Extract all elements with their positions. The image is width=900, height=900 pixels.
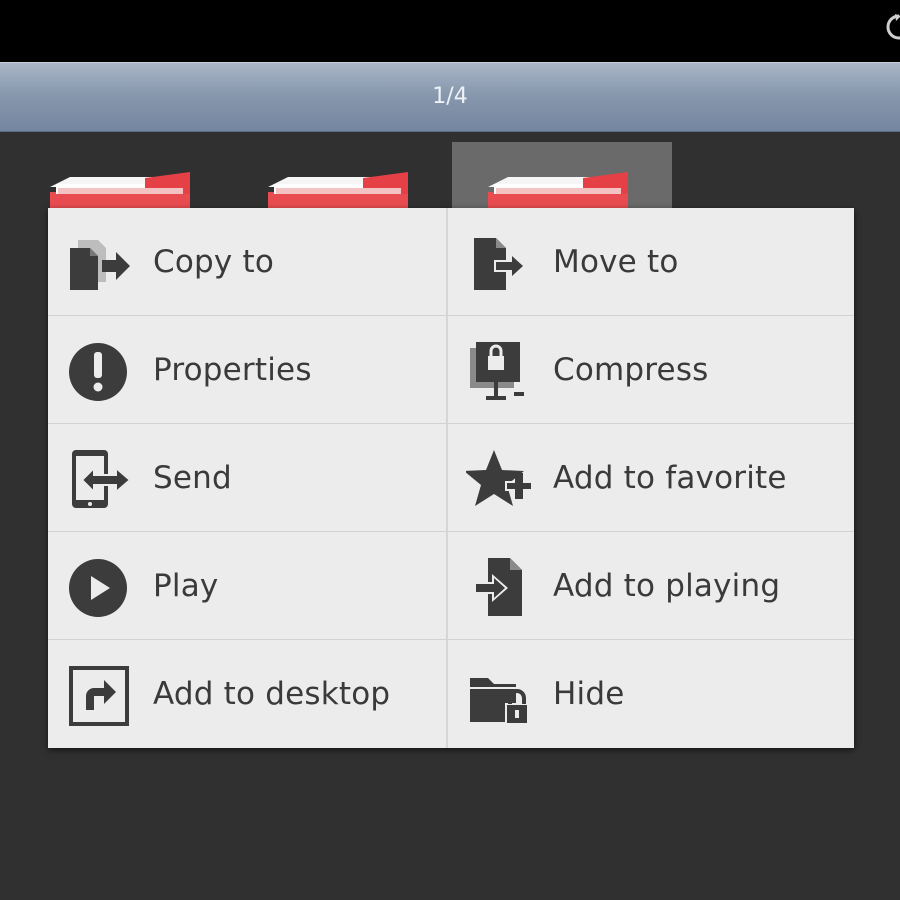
menu-item-label: Copy to <box>153 244 275 280</box>
add-to-playing-icon <box>474 558 522 616</box>
sync-icon <box>886 14 900 40</box>
menu-item-label: Send <box>153 460 232 496</box>
pager-bar: 1/4 <box>0 62 900 132</box>
menu-item-label: Move to <box>553 244 679 280</box>
menu-item-label: Properties <box>153 352 312 388</box>
menu-item-move-to[interactable]: Move to <box>448 208 854 316</box>
status-bar <box>0 0 900 62</box>
menu-item-compress[interactable]: Compress <box>448 316 854 424</box>
copy-to-icon <box>70 240 130 290</box>
menu-item-play[interactable]: Play <box>48 532 448 640</box>
menu-item-hide[interactable]: Hide <box>448 640 854 748</box>
menu-item-label: Add to favorite <box>553 460 787 496</box>
page-indicator: 1/4 <box>432 84 468 109</box>
menu-item-label: Add to desktop <box>153 676 391 712</box>
menu-item-add-to-playing[interactable]: Add to playing <box>448 532 854 640</box>
properties-icon <box>69 343 127 401</box>
play-icon <box>69 559 127 617</box>
add-to-desktop-icon <box>69 666 129 726</box>
menu-item-add-to-desktop[interactable]: Add to desktop <box>48 640 448 748</box>
add-favorite-icon <box>466 450 532 506</box>
menu-item-send[interactable]: Send <box>48 424 448 532</box>
menu-item-properties[interactable]: Properties <box>48 316 448 424</box>
menu-item-add-to-favorite[interactable]: Add to favorite <box>448 424 854 532</box>
compress-icon <box>470 342 524 400</box>
menu-item-copy-to[interactable]: Copy to <box>48 208 448 316</box>
move-to-icon <box>474 238 526 290</box>
menu-item-label: Add to playing <box>553 568 781 604</box>
menu-item-label: Hide <box>553 676 625 712</box>
menu-item-label: Compress <box>553 352 709 388</box>
menu-item-label: Play <box>153 568 219 604</box>
send-icon <box>72 450 132 508</box>
hide-icon <box>470 678 529 725</box>
context-menu: Copy to Move to Properties Compress Send… <box>48 208 854 748</box>
